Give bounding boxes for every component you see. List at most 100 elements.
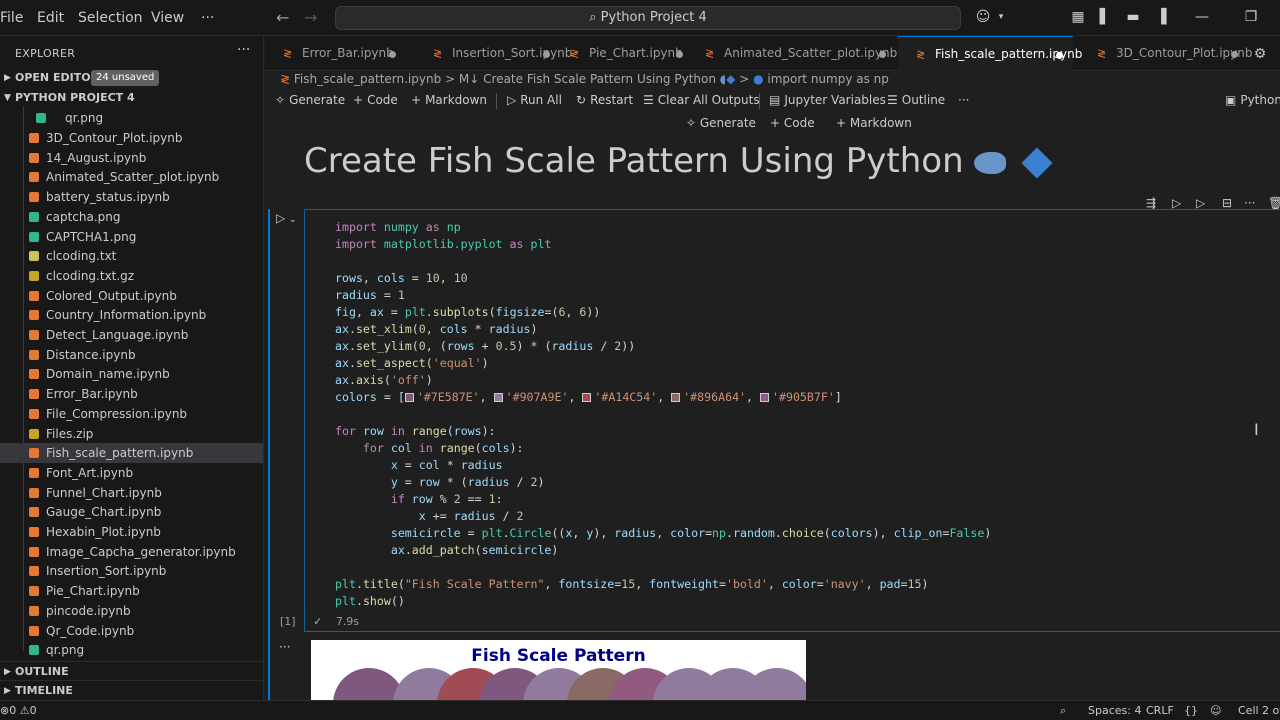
code-line: x += radius / 2 — [418, 509, 524, 523]
color-swatch[interactable] — [760, 393, 769, 402]
toggle-sidebar-icon[interactable]: ▌ — [1097, 9, 1113, 25]
unsaved-dot-icon[interactable] — [389, 51, 396, 58]
variables-button[interactable]: ▤ Jupyter Variables — [769, 93, 886, 107]
breadcrumb-file[interactable]: Fish_scale_pattern.ipynb — [294, 72, 441, 86]
file-item[interactable]: qr.png — [0, 640, 263, 660]
restore-icon[interactable]: ❐ — [1243, 9, 1259, 25]
tab-error-bar[interactable]: ≷ Error_Bar.ipynb — [265, 36, 405, 71]
color-swatch[interactable] — [493, 393, 503, 402]
zoom-icon[interactable]: ⌕ — [1060, 704, 1066, 718]
output-more-icon[interactable]: ··· — [279, 640, 290, 654]
copilot-status-icon[interactable]: ☺ — [1210, 704, 1221, 717]
file-item[interactable]: Hexabin_Plot.ipynb — [0, 522, 263, 542]
breadcrumb-markdown[interactable]: M↓ Create Fish Scale Pattern Using Pytho… — [459, 72, 716, 86]
toggle-secondary-sidebar-icon[interactable]: ▐ — [1153, 9, 1169, 25]
file-item[interactable]: Pie_Chart.ipynb — [0, 581, 263, 601]
color-swatch[interactable] — [671, 393, 681, 402]
menu-file[interactable]: File — [0, 10, 23, 26]
file-item[interactable]: Image_Capcha_generator.ipynb — [0, 542, 263, 562]
explorer-more-icon[interactable]: ··· — [237, 42, 250, 58]
file-item[interactable]: Distance.ipynb — [0, 345, 263, 365]
restart-button[interactable]: ↻ Restart — [576, 93, 633, 107]
toggle-panel-icon[interactable]: ▬ — [1125, 9, 1141, 25]
run-below-icon[interactable]: ▷ — [1196, 196, 1205, 210]
run-cell-button[interactable]: ▷ ⌄ — [276, 211, 297, 225]
file-item[interactable]: Animated_Scatter_plot.ipynb — [0, 167, 263, 187]
folder-item[interactable]: qr.png — [0, 108, 263, 128]
file-item[interactable]: Fish_scale_pattern.ipynb — [0, 443, 263, 464]
archive-icon — [29, 428, 39, 439]
file-item[interactable]: Insertion_Sort.ipynb — [0, 561, 263, 581]
file-item[interactable]: 14_August.ipynb — [0, 148, 263, 168]
run-above-icon[interactable]: ▷ — [1172, 196, 1181, 210]
unsaved-dot-icon[interactable] — [543, 51, 550, 58]
copilot-icon[interactable]: ☺ — [975, 9, 991, 25]
tab-fish-scale[interactable]: ≷ Fish_scale_pattern.ipynb — [898, 36, 1082, 71]
file-item[interactable]: Font_Art.ipynb — [0, 463, 263, 483]
copilot-dropdown-icon[interactable]: ▾ — [993, 9, 1009, 25]
add-code-button[interactable]: + Code — [353, 93, 398, 107]
minimize-icon[interactable]: — — [1194, 9, 1210, 25]
menu-more[interactable]: ··· — [201, 10, 214, 26]
cell-more-icon[interactable]: ··· — [1244, 196, 1255, 210]
back-arrow-icon[interactable]: ← — [276, 8, 289, 27]
tab-animated-scatter[interactable]: ≷ Animated_Scatter_plot.ipynb — [687, 36, 897, 71]
tab-pie-chart[interactable]: ≷ Pie_Chart.ipynb — [552, 36, 683, 71]
file-item[interactable]: Domain_name.ipynb — [0, 364, 263, 384]
menu-edit[interactable]: Edit — [37, 10, 64, 26]
file-item[interactable]: Funnel_Chart.ipynb — [0, 483, 263, 503]
file-item[interactable]: Gauge_Chart.ipynb — [0, 502, 263, 522]
outline-section[interactable]: ▶ OUTLINE — [0, 661, 263, 681]
file-item[interactable]: clcoding.txt.gz — [0, 266, 263, 286]
insert-markdown-button[interactable]: + Markdown — [836, 116, 912, 130]
command-center-search[interactable]: ⌕ Python Project 4 — [335, 6, 961, 30]
generate-button[interactable]: ✧ Generate — [275, 93, 345, 107]
outline-button[interactable]: ☰ Outline — [887, 93, 945, 107]
file-item[interactable]: Error_Bar.ipynb — [0, 384, 263, 404]
run-by-line-icon[interactable]: ⇶ — [1146, 196, 1156, 210]
file-item[interactable]: Detect_Language.ipynb — [0, 325, 263, 345]
file-item[interactable]: captcha.png — [0, 207, 263, 227]
problems-indicator[interactable]: ⊗0 ⚠0 — [0, 704, 37, 717]
unsaved-dot-icon[interactable] — [879, 51, 886, 58]
file-item[interactable]: battery_status.ipynb — [0, 187, 263, 207]
kernel-picker[interactable]: ▣ Python — [1225, 93, 1280, 107]
tab-3d-contour[interactable]: ≷ 3D_Contour_Plot.ipynb — [1079, 36, 1253, 71]
run-all-button[interactable]: ▷ Run All — [507, 93, 562, 107]
file-item[interactable]: File_Compression.ipynb — [0, 404, 263, 424]
file-item[interactable]: 3D_Contour_Plot.ipynb — [0, 128, 263, 148]
project-section[interactable]: ▼ PYTHON PROJECT 4 — [0, 88, 263, 108]
insert-generate-button[interactable]: ✧ Generate — [686, 116, 756, 130]
unsaved-dot-icon[interactable] — [1056, 52, 1063, 59]
timeline-section[interactable]: ▶ TIMELINE — [0, 680, 263, 700]
toolbar-more-icon[interactable]: ··· — [958, 93, 969, 107]
settings-gear-icon[interactable]: ⚙ — [1252, 46, 1268, 62]
layout-customize-icon[interactable]: ▦ — [1070, 9, 1086, 25]
breadcrumb-code[interactable]: import numpy as np — [767, 72, 889, 86]
unsaved-dot-icon[interactable] — [676, 51, 683, 58]
clear-outputs-button[interactable]: ☰ Clear All Outputs — [643, 93, 760, 107]
color-swatch[interactable] — [582, 393, 592, 402]
unsaved-dot-icon[interactable] — [1231, 51, 1238, 58]
eol-status[interactable]: CRLF — [1146, 704, 1174, 717]
file-item[interactable]: Qr_Code.ipynb — [0, 621, 263, 641]
file-item[interactable]: Colored_Output.ipynb — [0, 286, 263, 306]
split-cell-icon[interactable]: ⊟ — [1222, 196, 1232, 210]
add-markdown-button[interactable]: + Markdown — [411, 93, 487, 107]
delete-cell-icon[interactable]: 🗑 — [1268, 196, 1280, 210]
chevron-down-icon[interactable]: ⌄ — [289, 215, 297, 225]
file-item[interactable]: Files.zip — [0, 424, 263, 444]
file-item[interactable]: clcoding.txt — [0, 246, 263, 266]
indentation-status[interactable]: Spaces: 4 — [1088, 704, 1141, 717]
menu-view[interactable]: View — [151, 10, 184, 26]
insert-code-button[interactable]: + Code — [770, 116, 815, 130]
color-swatch[interactable] — [404, 393, 414, 402]
file-item[interactable]: CAPTCHA1.png — [0, 227, 263, 247]
forward-arrow-icon[interactable]: → — [304, 8, 317, 27]
menu-selection[interactable]: Selection — [78, 10, 143, 26]
file-item[interactable]: pincode.ipynb — [0, 601, 263, 621]
tab-insertion-sort[interactable]: ≷ Insertion_Sort.ipynb — [415, 36, 572, 71]
language-status[interactable]: {} — [1184, 704, 1198, 717]
file-item[interactable]: Country_Information.ipynb — [0, 305, 263, 325]
cell-position-status[interactable]: Cell 2 of — [1238, 704, 1280, 717]
